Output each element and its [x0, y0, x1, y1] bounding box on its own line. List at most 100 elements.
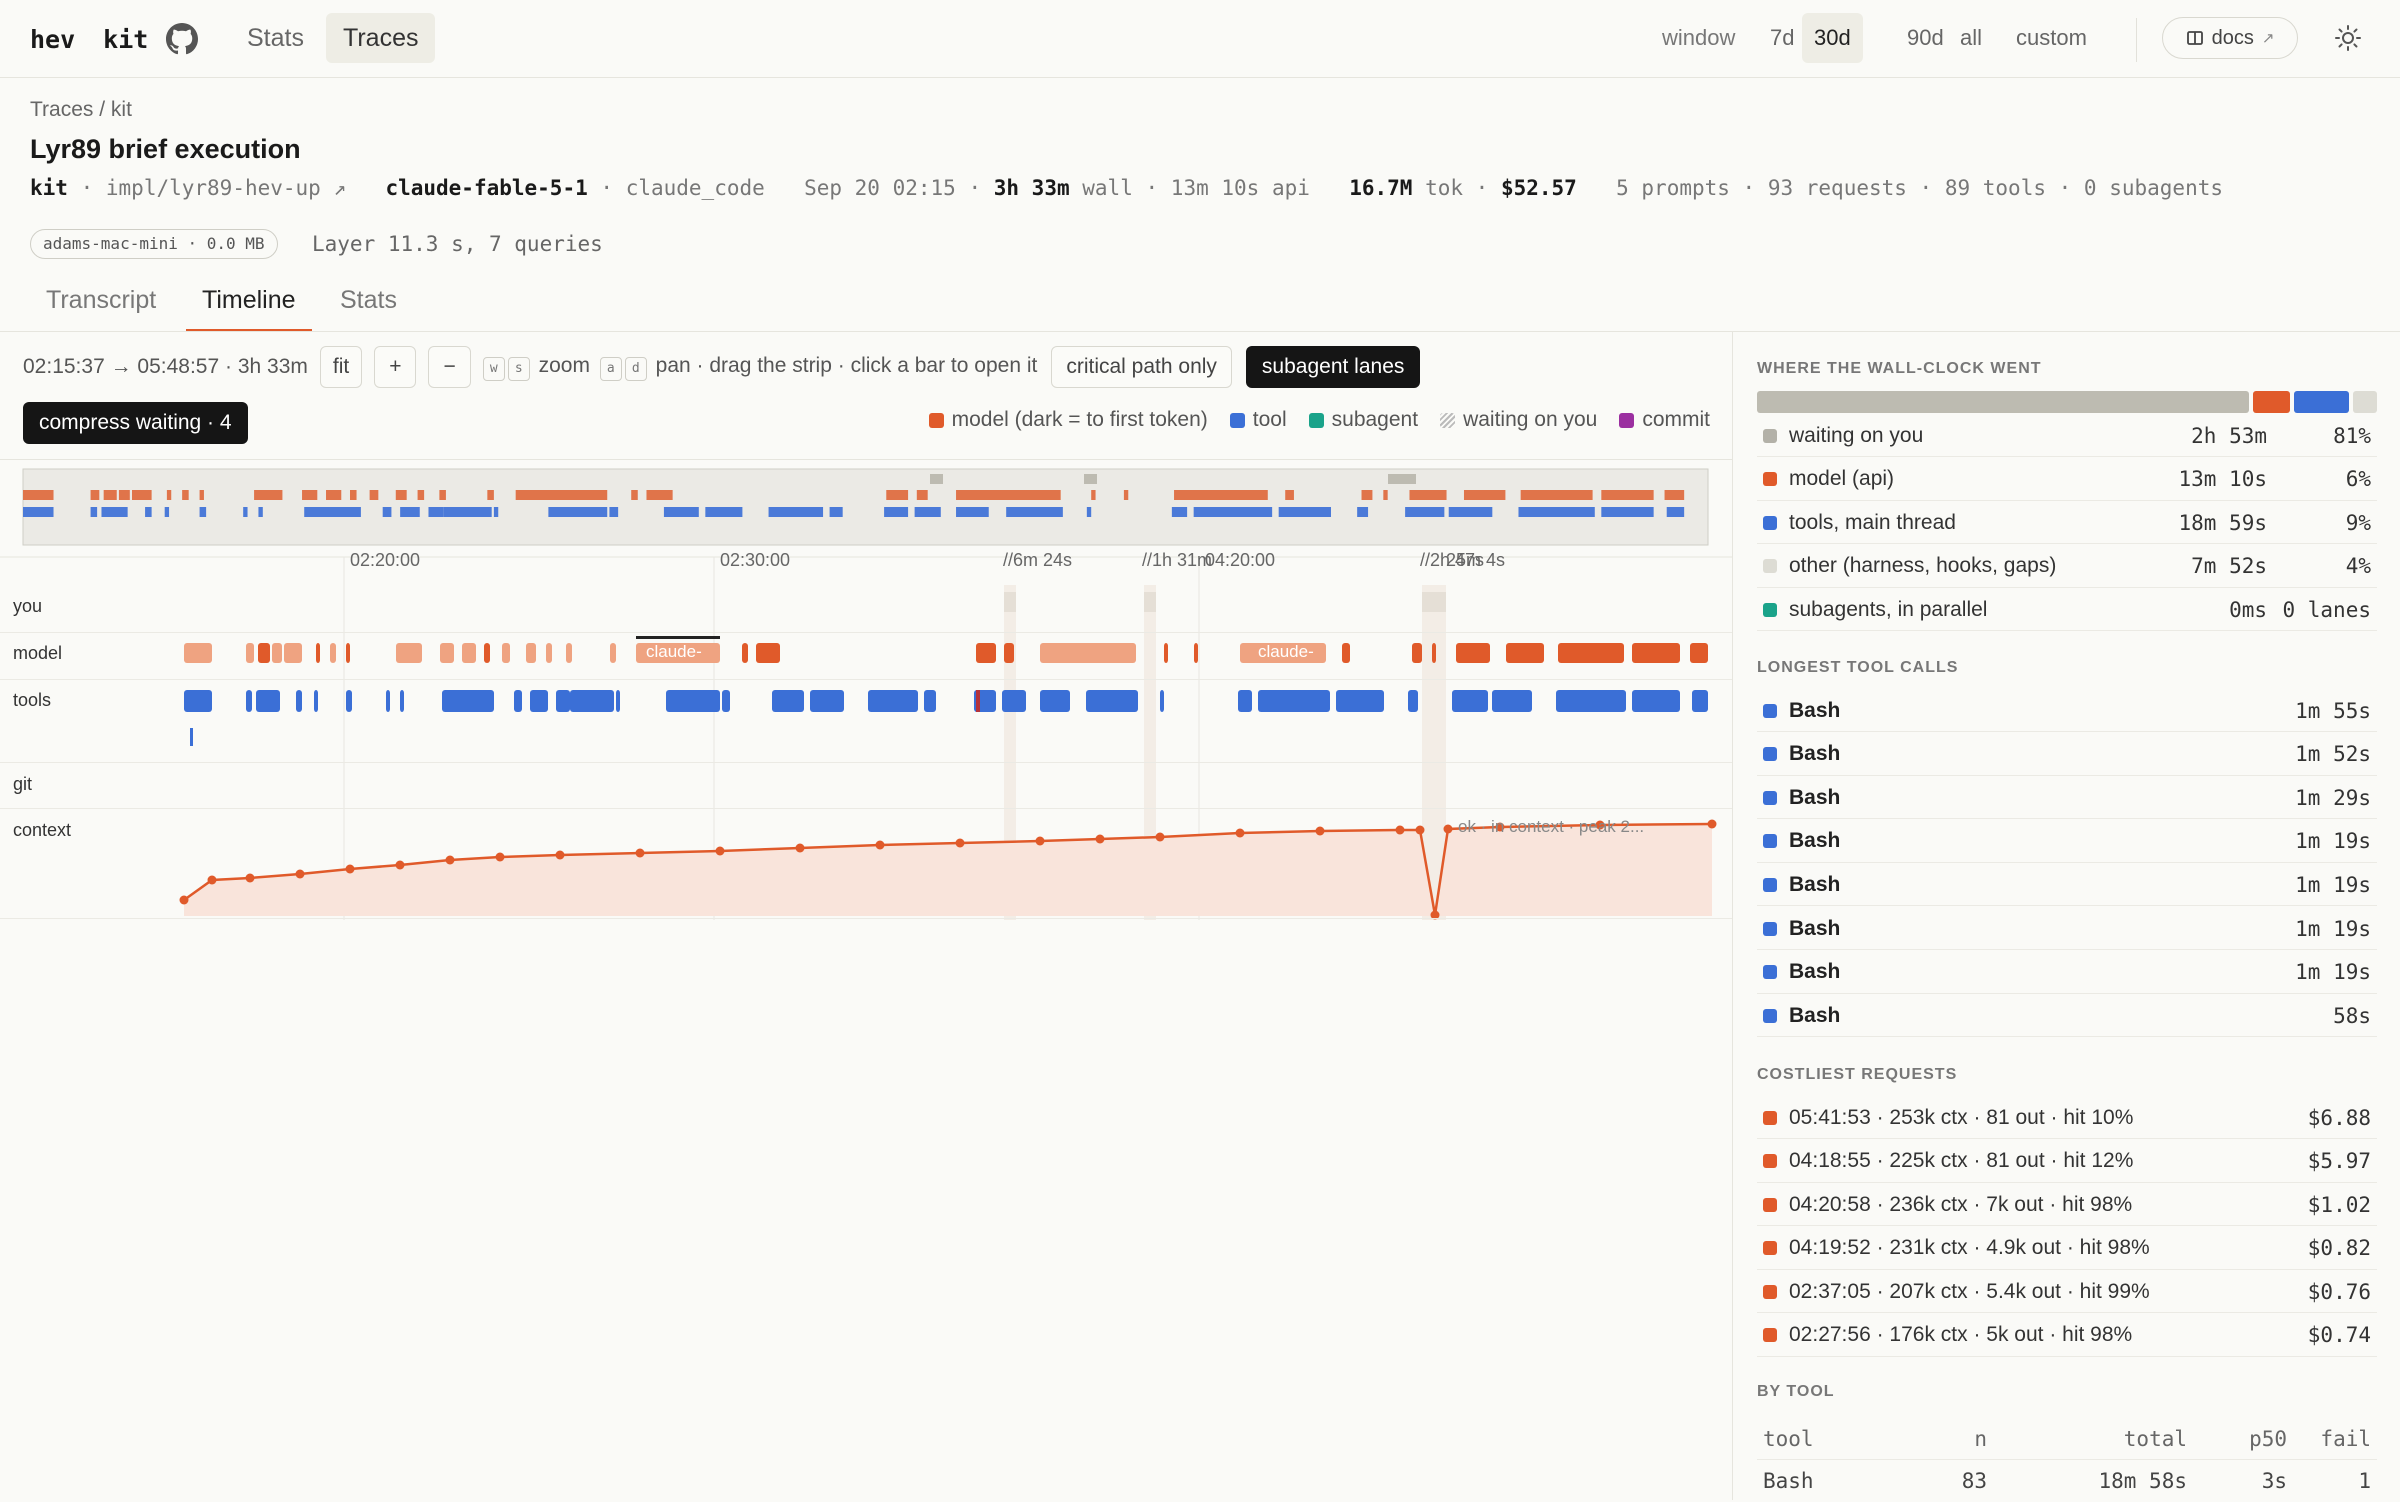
critical-path-toggle[interactable]: critical path only [1051, 346, 1232, 388]
context-point[interactable] [715, 846, 725, 856]
tool-bar[interactable] [1492, 690, 1532, 712]
zoom-out-button[interactable]: − [428, 346, 471, 388]
model-bar[interactable] [610, 643, 616, 663]
tool-bar[interactable] [556, 690, 570, 712]
tool-bar[interactable] [616, 690, 620, 712]
tool-bar[interactable] [514, 690, 522, 712]
model-bar[interactable] [184, 643, 212, 663]
cost-row[interactable]: 04:20:58 · 236k ctx · 7k out · hit 98% $1… [1757, 1184, 2377, 1226]
model-bar[interactable] [1164, 643, 1168, 663]
model-bar[interactable] [284, 643, 302, 663]
model-bar[interactable] [1632, 643, 1680, 663]
tool-call-row[interactable]: Bash 1m 55s [1757, 690, 2377, 732]
context-point[interactable] [1155, 832, 1165, 842]
tool-bar[interactable] [190, 728, 193, 746]
tool-call-row[interactable]: Bash 1m 19s [1757, 821, 2377, 863]
context-point[interactable] [555, 850, 565, 860]
model-bar[interactable] [462, 643, 476, 663]
model-bar[interactable] [440, 643, 454, 663]
tab-transcript[interactable]: Transcript [30, 282, 172, 332]
nav-stats[interactable]: Stats [230, 13, 321, 63]
window-all[interactable]: all [1948, 13, 1994, 63]
tool-call-row[interactable]: Bash 1m 19s [1757, 952, 2377, 994]
docs-button[interactable]: docs ↗ [2162, 17, 2298, 59]
overview-strip[interactable] [22, 468, 1709, 546]
context-point[interactable] [635, 848, 645, 858]
model-bar[interactable] [772, 643, 780, 663]
tool-call-row[interactable]: Bash 1m 19s [1757, 864, 2377, 907]
model-bar[interactable] [1194, 643, 1198, 663]
tool-bar[interactable] [1452, 690, 1488, 712]
compress-waiting-toggle[interactable]: compress waiting · 4 [23, 402, 248, 444]
context-point[interactable] [1035, 836, 1045, 846]
context-point[interactable] [1095, 834, 1105, 844]
tool-bar[interactable] [868, 690, 918, 712]
model-bar[interactable] [1412, 643, 1422, 663]
zoom-in-button[interactable]: + [374, 346, 417, 388]
cost-row[interactable]: 02:37:05 · 207k ctx · 5.4k out · hit 99%… [1757, 1271, 2377, 1313]
tool-bar[interactable] [296, 690, 302, 712]
model-bar[interactable] [484, 643, 490, 663]
tool-bar[interactable] [1632, 690, 1680, 712]
tool-bar[interactable] [666, 690, 720, 712]
context-point[interactable] [795, 843, 805, 853]
context-point[interactable] [1415, 825, 1425, 835]
tool-bar[interactable] [314, 690, 318, 712]
tool-call-row[interactable]: Bash 1m 19s [1757, 908, 2377, 950]
model-bar[interactable] [1342, 643, 1350, 663]
model-bar[interactable] [396, 643, 422, 663]
window-custom[interactable]: custom [2004, 13, 2099, 63]
tool-bar[interactable] [722, 690, 730, 712]
model-bar[interactable] [546, 643, 552, 663]
col-n[interactable]: n [1877, 1427, 1987, 1451]
model-bar[interactable] [1004, 643, 1014, 663]
tab-timeline[interactable]: Timeline [186, 282, 312, 332]
tool-bar[interactable] [184, 690, 212, 712]
model-bar[interactable] [330, 643, 336, 663]
tool-bar[interactable] [1160, 690, 1164, 712]
model-bar[interactable] [1558, 643, 1624, 663]
tool-bar[interactable] [530, 690, 548, 712]
model-bar[interactable] [258, 643, 270, 663]
col-fail[interactable]: fail [2287, 1427, 2377, 1451]
model-bar[interactable] [502, 643, 510, 663]
tool-bar[interactable] [1336, 690, 1384, 712]
tool-bar[interactable] [1258, 690, 1330, 712]
cost-row[interactable]: 05:41:53 · 253k ctx · 81 out · hit 10% $6… [1757, 1097, 2377, 1139]
tool-bar[interactable] [772, 690, 804, 712]
tool-bar[interactable] [256, 690, 280, 712]
tool-bar[interactable] [1086, 690, 1138, 712]
github-icon[interactable] [166, 23, 199, 55]
tool-bar[interactable] [1408, 690, 1418, 712]
context-point[interactable] [207, 875, 217, 885]
tool-bar[interactable] [924, 690, 936, 712]
tool-bar[interactable] [1040, 690, 1070, 712]
model-bar[interactable] [566, 643, 572, 663]
col-p50[interactable]: p50 [2187, 1427, 2287, 1451]
context-point[interactable] [179, 895, 189, 905]
context-point[interactable] [245, 873, 255, 883]
model-bar[interactable] [1690, 643, 1708, 663]
tool-bar[interactable] [1692, 690, 1708, 712]
theme-toggle-icon[interactable] [2334, 24, 2362, 52]
tool-bar[interactable] [386, 690, 390, 712]
model-bar[interactable] [1506, 643, 1544, 663]
tool-bar[interactable] [346, 690, 352, 712]
model-bar[interactable] [1432, 643, 1436, 663]
col-total[interactable]: total [1987, 1427, 2187, 1451]
model-bar[interactable] [976, 643, 996, 663]
model-bar[interactable] [742, 643, 748, 663]
context-point[interactable] [495, 852, 505, 862]
tool-call-row[interactable]: Bash 1m 29s [1757, 777, 2377, 820]
model-bar[interactable] [1456, 643, 1490, 663]
window-30d[interactable]: 30d [1802, 13, 1863, 63]
context-point[interactable] [345, 864, 355, 874]
context-point[interactable] [1395, 825, 1405, 835]
model-bar[interactable] [316, 643, 320, 663]
table-row[interactable]: Bash 83 18m 58s 3s 1 [1757, 1460, 2377, 1502]
tool-bar[interactable] [1238, 690, 1252, 712]
timeline-canvas[interactable] [0, 460, 1732, 920]
window-90d[interactable]: 90d [1895, 13, 1956, 63]
cost-row[interactable]: 02:27:56 · 176k ctx · 5k out · hit 98% $0… [1757, 1315, 2377, 1357]
tool-bar[interactable] [810, 690, 844, 712]
